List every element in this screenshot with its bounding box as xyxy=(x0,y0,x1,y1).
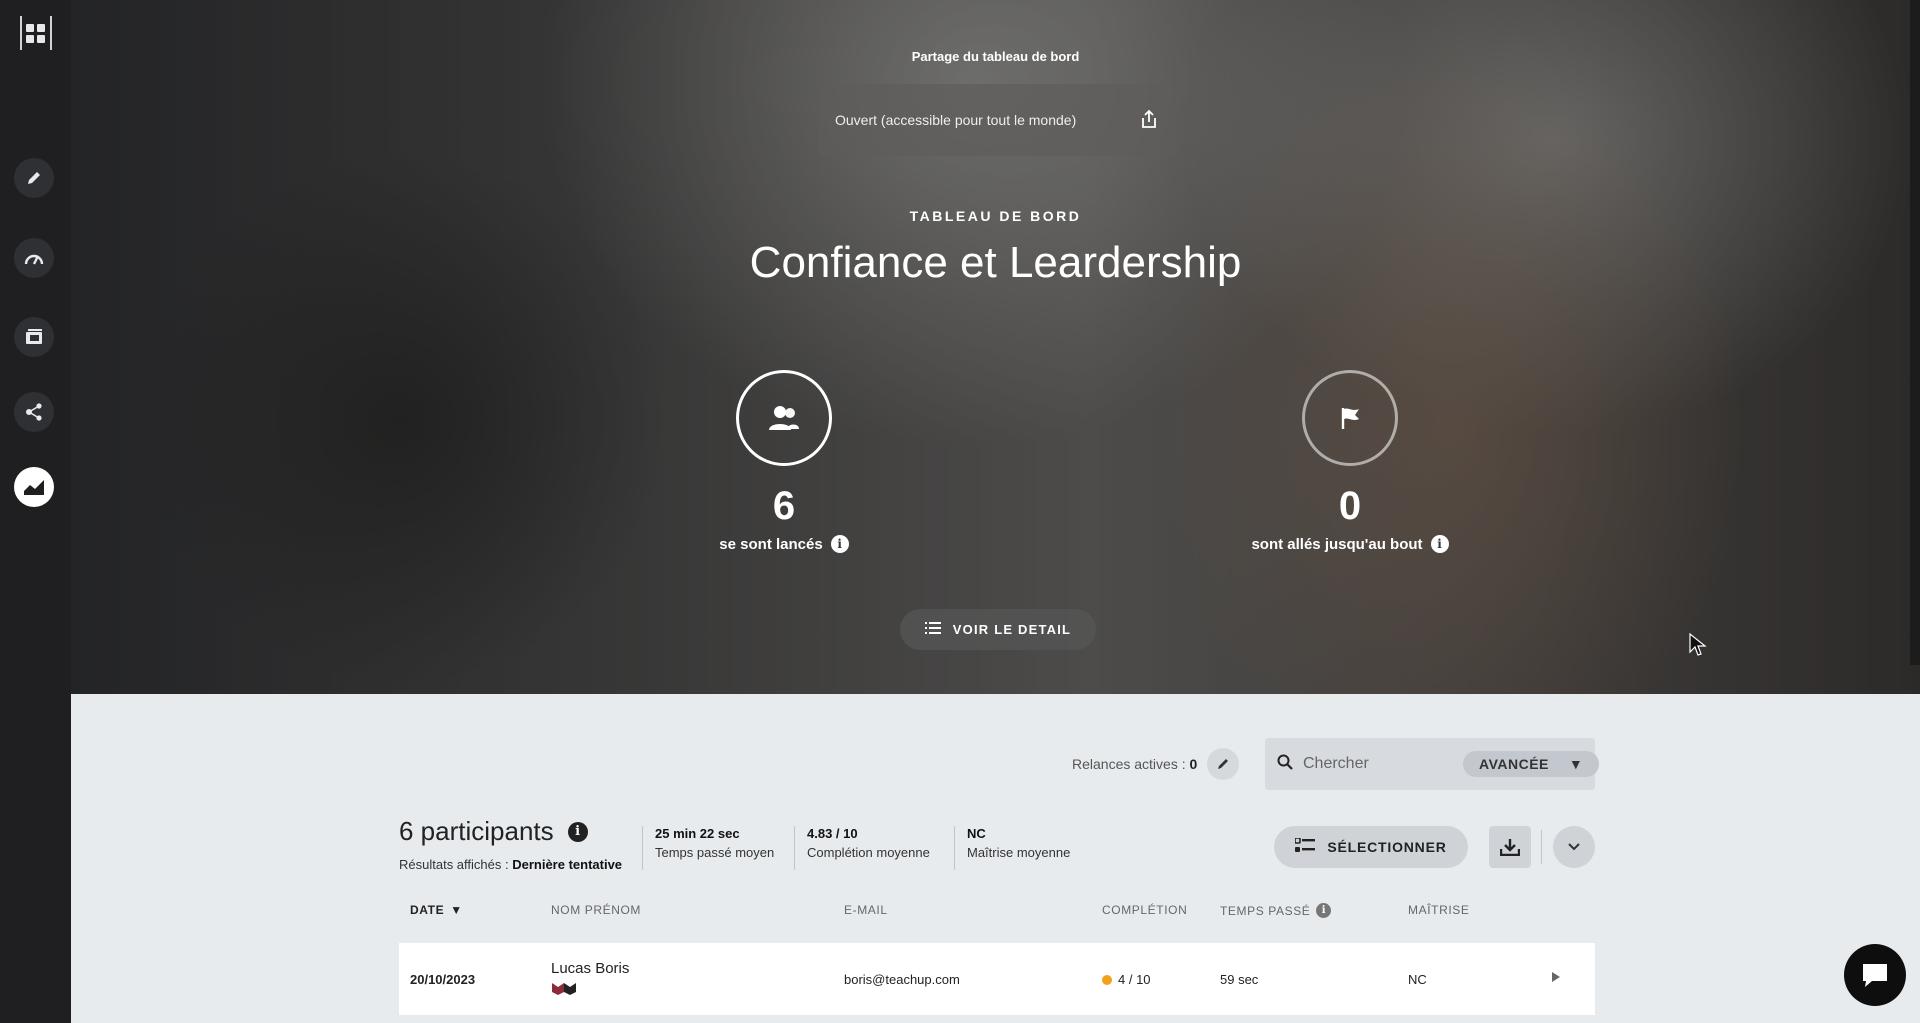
hero-scrollbar[interactable] xyxy=(1910,0,1920,665)
col-email-label: E-MAIL xyxy=(844,903,888,917)
share-status-box[interactable]: Ouvert (accessible pour tout le monde) xyxy=(819,84,1174,156)
stat-started-value: 6 xyxy=(772,484,796,528)
stat-completed-label: sont allés jusqu'au bout xyxy=(1251,535,1423,553)
select-button[interactable]: SÉLECTIONNER xyxy=(1274,826,1468,868)
col-mastery[interactable]: MAÎTRISE xyxy=(1408,903,1469,917)
share-nodes-icon[interactable] xyxy=(14,392,54,432)
row-email: boris@teachup.com xyxy=(844,972,960,987)
download-button[interactable] xyxy=(1489,826,1531,868)
gauge-icon[interactable] xyxy=(14,238,54,278)
chevron-down-icon xyxy=(1568,843,1580,851)
info-icon[interactable]: i xyxy=(567,821,588,842)
pencil-icon[interactable] xyxy=(14,158,54,198)
toolbar-divider xyxy=(1541,830,1542,864)
expand-row-icon[interactable] xyxy=(1551,971,1561,986)
checklist-icon xyxy=(1294,836,1316,857)
reminders-label: Relances actives : xyxy=(1072,756,1190,772)
advanced-search-button[interactable]: AVANCÉE ▼ xyxy=(1463,751,1600,777)
page-title: Confiance et Leardership xyxy=(749,238,1242,287)
row-name: Lucas Boris xyxy=(551,960,630,977)
active-reminders: Relances actives : 0 xyxy=(1072,748,1240,780)
col-time-label: TEMPS PASSÉ xyxy=(1220,903,1311,918)
stat-started: 6 se sont lancés i xyxy=(654,370,914,553)
info-icon[interactable]: i xyxy=(1316,903,1332,918)
kpi-avg-completion: 4.83 / 10 Complétion moyenne xyxy=(794,826,930,870)
col-mastery-label: MAÎTRISE xyxy=(1408,903,1470,917)
col-date[interactable]: DATE ▼ xyxy=(410,903,463,917)
stat-completed: 0 sont allés jusqu'au bout i xyxy=(1220,370,1480,553)
search-input[interactable] xyxy=(1301,754,1455,774)
chat-bubble-icon xyxy=(1863,964,1887,987)
col-time[interactable]: TEMPS PASSÉ i xyxy=(1220,903,1332,918)
col-name-label: NOM PRÉNOM xyxy=(551,903,641,917)
row-completion: 4 / 10 xyxy=(1102,972,1151,987)
select-label: SÉLECTIONNER xyxy=(1327,839,1447,855)
search-bar: AVANCÉE ▼ xyxy=(1265,738,1600,790)
row-date: 20/10/2023 xyxy=(410,972,476,987)
search-icon xyxy=(1277,754,1293,775)
table-row[interactable]: 20/10/2023 Lucas Boris boris@teachup.com… xyxy=(399,943,1595,1015)
users-icon xyxy=(736,370,832,466)
col-name[interactable]: NOM PRÉNOM xyxy=(551,903,641,917)
col-completion[interactable]: COMPLÉTION xyxy=(1102,903,1187,917)
advanced-search-label: AVANCÉE xyxy=(1479,756,1549,772)
stat-started-label: se sont lancés xyxy=(719,535,823,553)
kpi-avg-completion-value: 4.83 / 10 xyxy=(807,826,858,841)
row-completion-value: 4 / 10 xyxy=(1118,972,1151,987)
info-icon[interactable]: i xyxy=(1430,535,1449,553)
col-completion-label: COMPLÉTION xyxy=(1102,903,1188,917)
col-date-label: DATE xyxy=(410,903,445,917)
row-time: 59 sec xyxy=(1220,972,1259,987)
chart-area-icon[interactable] xyxy=(14,467,54,507)
list-icon xyxy=(924,621,941,638)
dashboard-kicker: TABLEAU DE BORD xyxy=(909,208,1082,224)
chat-button[interactable] xyxy=(1844,944,1906,1006)
caret-down-icon: ▼ xyxy=(1568,756,1584,772)
share-title: Partage du tableau de bord xyxy=(911,49,1080,64)
kpi-avg-mastery: NC Maîtrise moyenne xyxy=(954,826,1070,870)
kpi-avg-completion-label: Complétion moyenne xyxy=(807,845,930,860)
more-options-button[interactable] xyxy=(1553,826,1595,868)
row-mastery: NC xyxy=(1408,972,1427,987)
kpi-avg-mastery-value: NC xyxy=(967,826,986,841)
kpi-avg-time-value: 25 min 22 sec xyxy=(655,826,740,841)
share-export-icon[interactable] xyxy=(1140,109,1158,132)
results-label: Résultats affichés : xyxy=(399,857,513,872)
results-shown: Résultats affichés : Dernière tentative xyxy=(399,857,622,872)
download-icon xyxy=(1500,839,1520,856)
col-email[interactable]: E-MAIL xyxy=(844,903,888,917)
results-value[interactable]: Dernière tentative xyxy=(512,857,622,872)
kpi-avg-time-label: Temps passé moyen xyxy=(655,845,775,860)
kpi-avg-time: 25 min 22 sec Temps passé moyen xyxy=(642,826,774,870)
view-detail-button[interactable]: VOIR LE DETAIL xyxy=(900,609,1096,650)
mouse-cursor-icon xyxy=(1689,632,1707,662)
info-icon[interactable]: i xyxy=(830,535,849,553)
reminders-value: 0 xyxy=(1189,756,1198,772)
completion-status-dot xyxy=(1102,975,1112,985)
dashboard-hero: Partage du tableau de bord Ouvert (acces… xyxy=(71,0,1920,694)
flag-icon xyxy=(1302,370,1398,466)
kpi-avg-mastery-label: Maîtrise moyenne xyxy=(967,845,1071,860)
view-detail-label: VOIR LE DETAIL xyxy=(952,622,1072,637)
share-status: Ouvert (accessible pour tout le monde) xyxy=(835,112,1077,128)
participants-label: 6 participants xyxy=(399,816,554,846)
sort-down-icon: ▼ xyxy=(450,903,463,917)
participants-count: 6 participants i xyxy=(399,816,588,847)
stat-completed-value: 0 xyxy=(1338,484,1362,528)
apps-icon[interactable] xyxy=(19,16,52,50)
teachup-logo-icon xyxy=(551,981,577,998)
left-rail xyxy=(0,0,71,1023)
edit-reminders-button[interactable] xyxy=(1207,748,1240,780)
media-icon[interactable] xyxy=(14,317,54,357)
